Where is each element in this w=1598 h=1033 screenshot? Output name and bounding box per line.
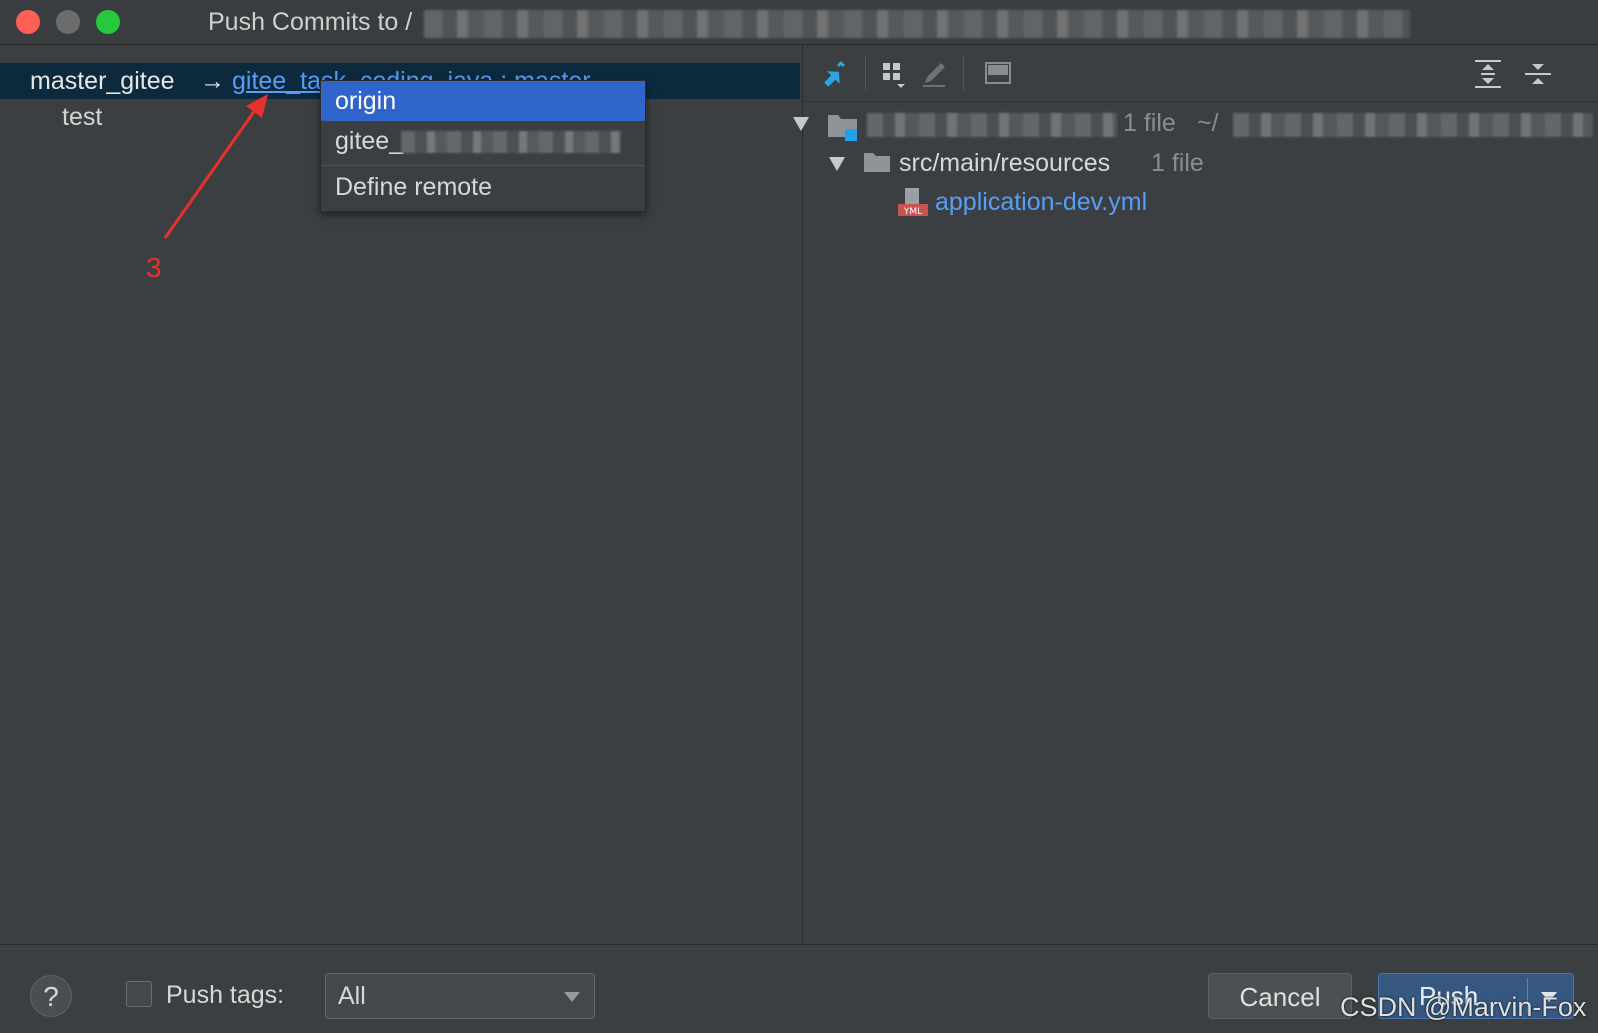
annotation-number: 3 — [146, 252, 162, 283]
folder-icon — [864, 153, 890, 172]
popup-redaction — [401, 131, 621, 153]
preview-diff-icon[interactable] — [981, 57, 1015, 91]
push-tags-value: All — [338, 982, 366, 1010]
tree-row-file[interactable]: YML application-dev.yml — [803, 186, 1598, 222]
changes-toolbar — [803, 45, 1598, 102]
show-diff-icon[interactable] — [817, 57, 851, 91]
repo-file-count: 1 file — [1123, 109, 1176, 137]
file-name[interactable]: application-dev.yml — [935, 188, 1147, 217]
tree-row-folder[interactable]: src/main/resources 1 file — [803, 147, 1598, 183]
title-redaction — [424, 10, 1410, 38]
folder-name: src/main/resources — [899, 149, 1111, 177]
toolbar-separator — [865, 55, 866, 91]
expand-toggle-icon[interactable] — [793, 117, 809, 131]
repo-path-redaction — [1233, 113, 1593, 137]
edit-source-icon[interactable] — [919, 57, 953, 91]
watermark: CSDN @Marvin-Fox — [1340, 992, 1587, 1022]
tree-row-repository[interactable]: 1 file ~/ — [793, 107, 1598, 143]
push-tags-checkbox[interactable] — [126, 981, 152, 1007]
changes-pane: 1 file ~/ src/main/resources 1 file YML … — [793, 45, 1598, 943]
repo-name-redaction — [867, 113, 1117, 137]
annotation-arrow — [163, 94, 268, 239]
push-tags-select[interactable]: All — [325, 973, 595, 1019]
expand-toggle-icon[interactable] — [829, 157, 845, 171]
expand-all-icon[interactable] — [1471, 57, 1505, 91]
group-by-icon[interactable] — [879, 57, 913, 91]
folder-file-count: 1 file — [1151, 149, 1204, 177]
push-tags-label: Push tags: — [166, 981, 285, 1009]
chevron-down-icon — [564, 992, 580, 1002]
toolbar-separator — [963, 55, 964, 91]
repo-path: ~/ — [1197, 109, 1219, 137]
cancel-button[interactable]: Cancel — [1208, 973, 1352, 1019]
svg-text:YML: YML — [903, 207, 922, 217]
help-button[interactable]: ? — [30, 975, 72, 1017]
collapse-all-icon[interactable] — [1521, 57, 1555, 91]
repository-folder-icon — [828, 115, 857, 141]
yml-file-icon: YML — [898, 188, 928, 217]
